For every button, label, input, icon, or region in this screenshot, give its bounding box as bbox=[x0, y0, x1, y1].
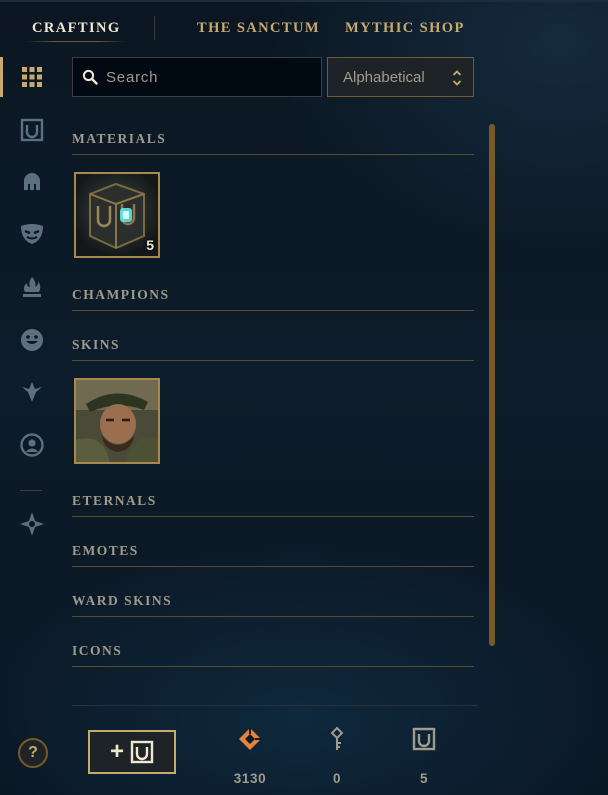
tab-crafting[interactable]: CRAFTING bbox=[32, 20, 121, 37]
sort-selected-label: Alphabetical bbox=[343, 69, 425, 86]
section-eternals[interactable]: ETERNALS bbox=[72, 493, 157, 509]
plus-icon: + bbox=[109, 738, 124, 765]
tab-mythic-shop[interactable]: MYTHIC SHOP bbox=[345, 20, 465, 37]
orange-essence-counter: 3130 bbox=[220, 726, 280, 786]
section-divider bbox=[72, 566, 474, 567]
flame-icon[interactable] bbox=[17, 272, 47, 302]
section-ward-skins[interactable]: WARD SKINS bbox=[72, 593, 172, 609]
active-tab-underline bbox=[26, 41, 126, 42]
rail-active-indicator bbox=[0, 57, 3, 97]
scrollbar-thumb[interactable] bbox=[489, 124, 495, 646]
section-icons[interactable]: ICONS bbox=[72, 643, 122, 659]
item-count: 5 bbox=[146, 237, 154, 253]
tab-the-sanctum[interactable]: THE SANCTUM bbox=[197, 20, 320, 37]
key-icon bbox=[330, 726, 344, 750]
orange-essence-value: 3130 bbox=[233, 771, 267, 786]
section-divider bbox=[72, 666, 474, 667]
helmet-icon[interactable] bbox=[17, 167, 47, 197]
grid-icon[interactable] bbox=[17, 62, 47, 92]
top-nav: CRAFTING THE SANCTUM MYTHIC SHOP bbox=[0, 0, 608, 56]
orange-essence-icon bbox=[239, 728, 261, 750]
section-divider bbox=[72, 516, 474, 517]
chest-counter: 5 bbox=[394, 726, 454, 786]
section-divider bbox=[72, 310, 474, 311]
chevron-updown-icon bbox=[452, 70, 462, 86]
section-materials[interactable]: MATERIALS bbox=[72, 131, 166, 147]
chest-value: 5 bbox=[419, 771, 429, 786]
key-value: 0 bbox=[332, 771, 342, 786]
emote-face-icon[interactable] bbox=[17, 325, 47, 355]
section-divider bbox=[72, 360, 474, 361]
profile-icon[interactable] bbox=[17, 430, 47, 460]
sort-dropdown[interactable]: Alphabetical bbox=[327, 57, 474, 97]
skin-portrait-image bbox=[76, 380, 158, 462]
section-skins[interactable]: SKINS bbox=[72, 337, 120, 353]
chest-icon bbox=[412, 727, 436, 751]
key-counter: 0 bbox=[307, 726, 367, 786]
ward-icon[interactable] bbox=[17, 377, 47, 407]
section-emotes[interactable]: EMOTES bbox=[72, 543, 139, 559]
mask-icon[interactable] bbox=[17, 219, 47, 249]
add-chest-button[interactable]: + bbox=[88, 730, 176, 774]
section-divider bbox=[72, 616, 474, 617]
search-box bbox=[72, 57, 322, 97]
search-icon bbox=[82, 69, 98, 85]
material-chest-tile[interactable]: 5 bbox=[74, 172, 160, 258]
crafting-panel: CRAFTING THE SANCTUM MYTHIC SHOP Search … bbox=[0, 0, 608, 795]
section-champions[interactable]: CHAMPIONS bbox=[72, 287, 170, 303]
help-button[interactable]: ? bbox=[18, 738, 48, 768]
nav-divider bbox=[154, 16, 155, 40]
eternals-icon[interactable] bbox=[17, 509, 47, 539]
rail-divider bbox=[20, 490, 42, 491]
footer-divider bbox=[72, 705, 478, 706]
chest-icon[interactable] bbox=[17, 115, 47, 145]
search-input[interactable] bbox=[106, 58, 316, 96]
section-divider bbox=[72, 154, 474, 155]
chest-icon bbox=[130, 740, 154, 764]
skin-tile[interactable] bbox=[74, 378, 160, 464]
